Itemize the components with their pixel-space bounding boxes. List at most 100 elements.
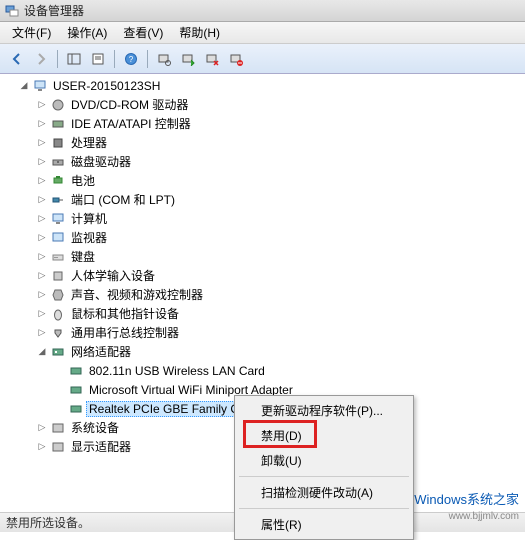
tree-category[interactable]: ▷ 磁盘驱动器	[0, 152, 525, 171]
tree-category-network[interactable]: ◢ 网络适配器	[0, 342, 525, 361]
device-category-icon	[50, 306, 66, 322]
watermark-text: Windows系统之家	[414, 489, 519, 508]
tree-device-label: 802.11n USB Wireless LAN Card	[86, 363, 268, 379]
expand-icon[interactable]: ▷	[36, 137, 48, 148]
cm-disable[interactable]: 禁用(D)	[237, 423, 411, 448]
device-category-icon	[50, 287, 66, 303]
computer-icon	[32, 78, 48, 94]
tree-root[interactable]: ◢ USER-20150123SH	[0, 76, 525, 95]
device-category-icon	[50, 154, 66, 170]
device-category-icon	[50, 135, 66, 151]
tree-category-label: 人体学输入设备	[68, 266, 158, 285]
expand-icon[interactable]: ▷	[36, 422, 48, 433]
cm-separator	[239, 508, 409, 509]
expand-icon[interactable]: ▷	[36, 441, 48, 452]
uninstall-button[interactable]	[225, 48, 247, 70]
cm-properties[interactable]: 属性(R)	[237, 512, 411, 537]
tree-category-label: 计算机	[68, 209, 110, 228]
tree-category[interactable]: ▷ 声音、视频和游戏控制器	[0, 285, 525, 304]
tree-category[interactable]: ▷通用串行总线控制器	[0, 323, 525, 342]
cm-uninstall[interactable]: 卸载(U)	[237, 448, 411, 473]
tree-category[interactable]: ▷ 人体学输入设备	[0, 266, 525, 285]
tree-category-label: 监视器	[68, 228, 110, 247]
context-menu: 更新驱动程序软件(P)... 禁用(D) 卸载(U) 扫描检测硬件改动(A) 属…	[234, 395, 414, 540]
statusbar-text: 禁用所选设备。	[6, 514, 90, 531]
tree-category-label: DVD/CD-ROM 驱动器	[68, 95, 191, 114]
back-button[interactable]	[6, 48, 28, 70]
device-category-icon	[50, 97, 66, 113]
tree-category[interactable]: ▷ 处理器	[0, 133, 525, 152]
menu-file[interactable]: 文件(F)	[4, 22, 59, 43]
tree-category[interactable]: ▷ DVD/CD-ROM 驱动器	[0, 95, 525, 114]
expand-icon[interactable]: ▷	[36, 232, 48, 243]
device-category-icon	[50, 249, 66, 265]
expand-icon[interactable]: ▷	[36, 308, 48, 319]
tree-category[interactable]: ▷ 监视器	[0, 228, 525, 247]
tree-category-label: 显示适配器	[68, 437, 134, 456]
network-adapter-icon	[68, 382, 84, 398]
expand-icon[interactable]: ▷	[36, 289, 48, 300]
scan-hardware-button[interactable]	[153, 48, 175, 70]
device-category-icon	[50, 420, 66, 436]
toolbar-separator	[147, 50, 148, 68]
tree-category-label: 电池	[68, 171, 98, 190]
network-adapter-icon	[50, 344, 66, 360]
tree-category-label: 磁盘驱动器	[68, 152, 134, 171]
expand-icon[interactable]: ▷	[36, 327, 48, 338]
tree-category-label: 网络适配器	[68, 342, 134, 361]
menubar: 文件(F) 操作(A) 查看(V) 帮助(H)	[0, 22, 525, 44]
tree-category-label: IDE ATA/ATAPI 控制器	[68, 114, 194, 133]
show-hide-pane-button[interactable]	[63, 48, 85, 70]
expand-icon[interactable]: ▷	[36, 118, 48, 129]
toolbar: ?	[0, 44, 525, 74]
device-category-icon	[50, 116, 66, 132]
device-category-icon	[50, 325, 66, 341]
device-category-icon	[50, 192, 66, 208]
expand-icon[interactable]: ▷	[36, 213, 48, 224]
menu-help[interactable]: 帮助(H)	[171, 22, 228, 43]
properties-button[interactable]	[87, 48, 109, 70]
app-icon	[4, 3, 20, 19]
update-driver-button[interactable]	[177, 48, 199, 70]
tree-category-label: 键盘	[68, 247, 98, 266]
tree-category[interactable]: ▷ 键盘	[0, 247, 525, 266]
help-button[interactable]: ?	[120, 48, 142, 70]
tree-category-label: 处理器	[68, 133, 110, 152]
toolbar-separator	[114, 50, 115, 68]
tree-root-label: USER-20150123SH	[50, 78, 163, 94]
menu-view[interactable]: 查看(V)	[115, 22, 171, 43]
device-category-icon	[50, 268, 66, 284]
expand-icon[interactable]: ▷	[36, 175, 48, 186]
tree-category[interactable]: ▷ 电池	[0, 171, 525, 190]
watermark-url: www.bjjmlv.com	[449, 511, 519, 522]
expand-icon[interactable]: ▷	[36, 270, 48, 281]
network-adapter-icon	[68, 401, 84, 417]
titlebar: 设备管理器	[0, 0, 525, 22]
toolbar-separator	[57, 50, 58, 68]
disable-device-button[interactable]	[201, 48, 223, 70]
menu-action[interactable]: 操作(A)	[59, 22, 115, 43]
tree-device[interactable]: 802.11n USB Wireless LAN Card	[0, 361, 525, 380]
device-category-icon	[50, 173, 66, 189]
expand-icon[interactable]: ▷	[36, 251, 48, 262]
expand-icon[interactable]: ▷	[36, 99, 48, 110]
tree-category[interactable]: ▷ 鼠标和其他指针设备	[0, 304, 525, 323]
forward-button[interactable]	[30, 48, 52, 70]
cm-separator	[239, 476, 409, 477]
svg-text:?: ?	[129, 55, 134, 64]
tree-category[interactable]: ▷ 计算机	[0, 209, 525, 228]
tree-category-label: 系统设备	[68, 418, 122, 437]
cm-update-driver[interactable]: 更新驱动程序软件(P)...	[237, 398, 411, 423]
device-category-icon	[50, 230, 66, 246]
tree-category-label: 声音、视频和游戏控制器	[68, 285, 206, 304]
cm-scan-hardware[interactable]: 扫描检测硬件改动(A)	[237, 480, 411, 505]
tree-category[interactable]: ▷端口 (COM 和 LPT)	[0, 190, 525, 209]
network-adapter-icon	[68, 363, 84, 379]
device-category-icon	[50, 439, 66, 455]
expand-icon[interactable]: ▷	[36, 194, 48, 205]
collapse-icon[interactable]: ◢	[18, 80, 30, 91]
tree-category-label: 鼠标和其他指针设备	[68, 304, 182, 323]
tree-category[interactable]: ▷ IDE ATA/ATAPI 控制器	[0, 114, 525, 133]
collapse-icon[interactable]: ◢	[36, 346, 48, 357]
expand-icon[interactable]: ▷	[36, 156, 48, 167]
